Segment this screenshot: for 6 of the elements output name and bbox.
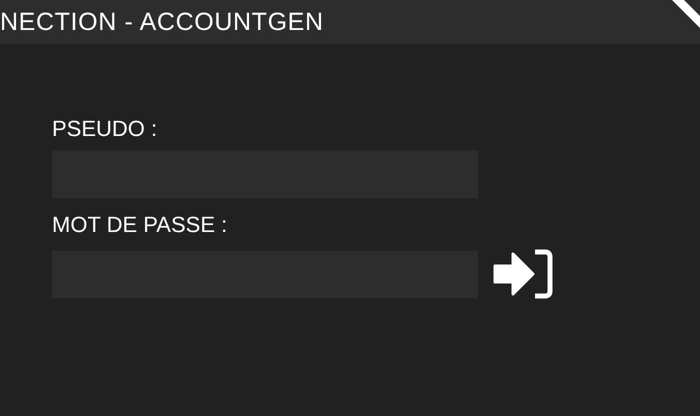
login-button[interactable] xyxy=(493,247,553,301)
window-title: NECTION - ACCOUNTGEN xyxy=(0,10,324,34)
field-label: PSEUDO : xyxy=(52,118,158,140)
sign-in-icon xyxy=(493,248,553,300)
field-label: MOT DE PASSE : xyxy=(52,214,228,236)
corner-icon xyxy=(672,0,700,28)
